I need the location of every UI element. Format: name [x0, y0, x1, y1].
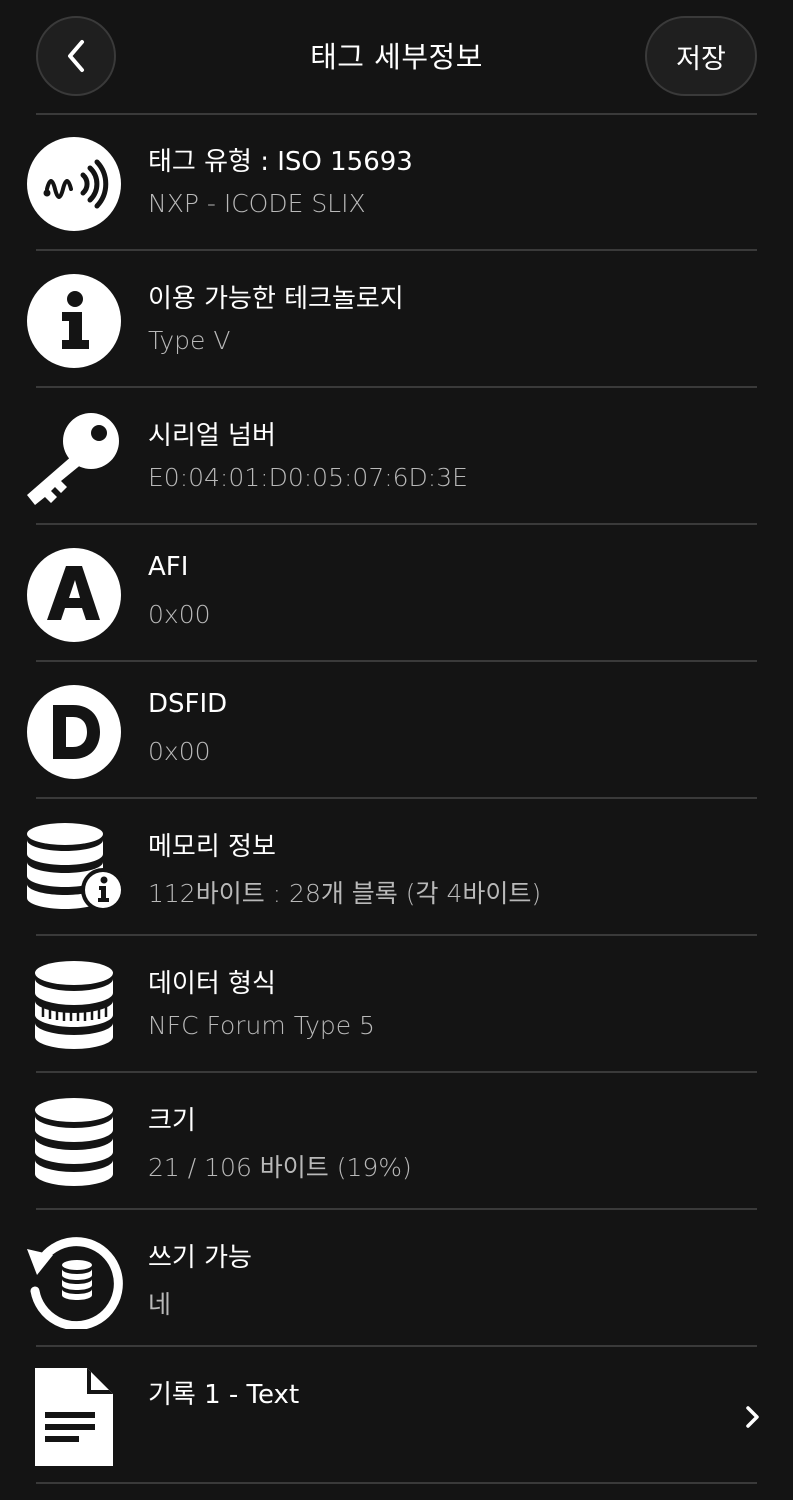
row-size: 크기 21 / 106 바이트 (19%) [0, 1074, 793, 1209]
divider [36, 934, 757, 936]
database-info-icon [27, 823, 123, 912]
database-icon [35, 1098, 113, 1186]
row-value: E0:04:01:D0:05:07:6D:3E [148, 463, 468, 492]
divider [36, 660, 757, 662]
row-record-1[interactable]: 기록 1 - Text [0, 1348, 793, 1483]
database-rewrite-icon [27, 1237, 123, 1329]
row-tag-type: 태그 유형 : ISO 15693 NXP - ICODE SLIX [0, 115, 793, 250]
info-icon [27, 274, 121, 368]
row-label: AFI [148, 552, 189, 582]
divider [36, 249, 757, 251]
key-icon [27, 413, 119, 505]
row-label: 데이터 형식 [148, 969, 276, 999]
row-memory-info: 메모리 정보 112바이트 : 28개 블록 (각 4바이트) [0, 800, 793, 935]
row-value: Type V [148, 326, 231, 355]
row-value: NFC Forum Type 5 [148, 1011, 375, 1040]
row-value: NXP - ICODE SLIX [148, 189, 366, 218]
divider [36, 797, 757, 799]
row-technology: 이용 가능한 테크놀로지 Type V [0, 252, 793, 387]
save-button[interactable]: 저장 [645, 16, 757, 96]
row-label: DSFID [148, 689, 228, 719]
row-dsfid: DSFID 0x00 [0, 663, 793, 798]
letter-a-icon [27, 548, 121, 642]
row-label: 태그 유형 : ISO 15693 [148, 147, 413, 177]
row-label: 쓰기 가능 [148, 1243, 252, 1273]
divider [36, 523, 757, 525]
divider [36, 1071, 757, 1073]
letter-d-icon [27, 685, 121, 779]
row-label: 이용 가능한 테크놀로지 [148, 284, 404, 314]
row-value: 21 / 106 바이트 (19%) [148, 1153, 412, 1182]
row-afi: AFI 0x00 [0, 526, 793, 661]
row-value: 0x00 [148, 600, 211, 629]
row-label: 시리얼 넘버 [148, 421, 276, 451]
nfc-tag-icon [27, 137, 121, 231]
row-label: 기록 1 - Text [148, 1380, 300, 1410]
divider [36, 1482, 757, 1484]
row-value: 네 [148, 1290, 172, 1319]
database-format-icon [35, 961, 113, 1049]
row-label: 크기 [148, 1106, 196, 1136]
row-writable: 쓰기 가능 네 [0, 1211, 793, 1346]
row-data-format: 데이터 형식 NFC Forum Type 5 [0, 937, 793, 1072]
header: 태그 세부정보 저장 [0, 0, 793, 114]
divider [36, 386, 757, 388]
row-serial-number: 시리얼 넘버 E0:04:01:D0:05:07:6D:3E [0, 389, 793, 524]
row-value: 112바이트 : 28개 블록 (각 4바이트) [148, 879, 542, 908]
chevron-right-icon [746, 1406, 759, 1428]
divider [36, 1208, 757, 1210]
document-icon [35, 1368, 113, 1466]
row-label: 메모리 정보 [148, 832, 276, 862]
divider [36, 1345, 757, 1347]
row-value: 0x00 [148, 737, 211, 766]
